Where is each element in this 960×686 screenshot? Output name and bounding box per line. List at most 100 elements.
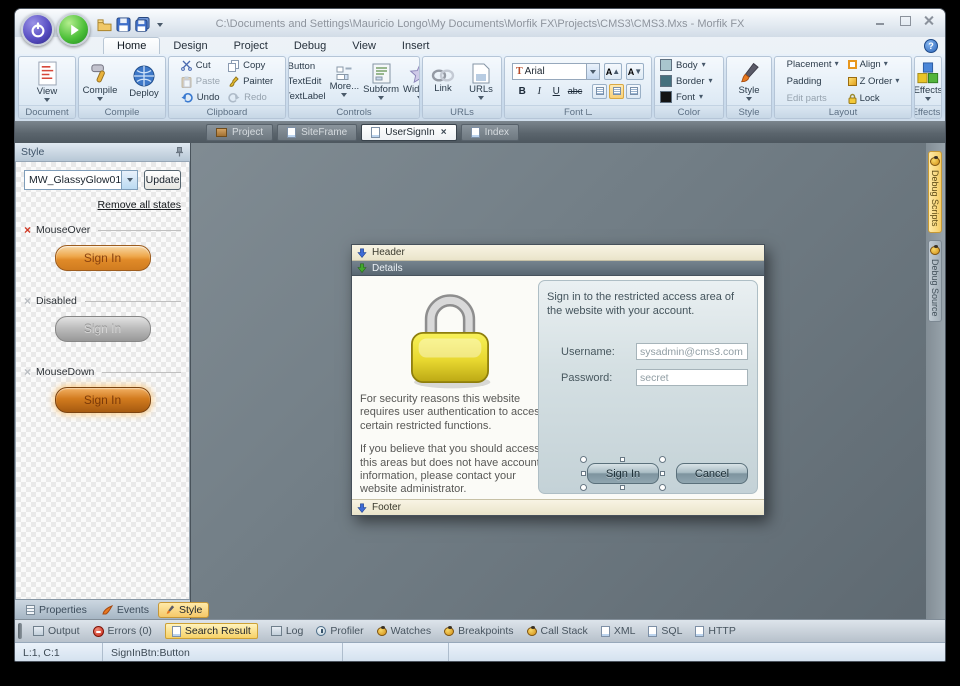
insert-textedit-control[interactable]: TextEdit — [288, 76, 326, 87]
align-button[interactable]: Align ▾ — [848, 59, 900, 70]
open-project-icon[interactable] — [97, 18, 112, 32]
help-button[interactable]: ? — [924, 39, 938, 53]
tab-search-result[interactable]: Search Result — [165, 623, 258, 639]
selection-handle[interactable] — [620, 457, 625, 462]
style-name-dropdown[interactable]: MW_GlassyGlow01 — [24, 170, 138, 190]
pin-panel-icon[interactable] — [175, 147, 184, 157]
tab-http[interactable]: HTTP — [695, 625, 735, 637]
deploy-button[interactable]: Deploy — [123, 62, 165, 101]
tab-debug-scripts[interactable]: Debug Scripts — [928, 151, 942, 233]
tab-log[interactable]: Log — [271, 625, 304, 637]
signin-button-mouseover-preview[interactable]: Sign In — [55, 245, 151, 271]
signin-button-disabled-preview[interactable]: Sign In — [55, 316, 151, 342]
footer-band[interactable]: Footer — [352, 499, 764, 515]
tab-debug-source[interactable]: Debug Source — [928, 240, 942, 323]
password-field[interactable] — [636, 369, 748, 386]
urls-button[interactable]: URLs — [463, 61, 499, 102]
paste-button[interactable]: Paste — [181, 76, 220, 88]
delete-state-icon[interactable]: × — [24, 296, 31, 306]
details-band[interactable]: Details — [352, 261, 764, 276]
tab-properties[interactable]: Properties — [20, 603, 93, 617]
qat-more-icon[interactable] — [157, 23, 163, 27]
tab-xml[interactable]: XML — [601, 625, 636, 637]
delete-state-icon[interactable]: × — [24, 367, 31, 377]
close-icon[interactable] — [923, 16, 935, 26]
selection-handle[interactable] — [620, 485, 625, 490]
insert-textlabel-control[interactable]: Aa TextLabel — [288, 91, 326, 102]
doc-tab-index[interactable]: Index — [461, 124, 519, 141]
selection-handle[interactable] — [580, 456, 587, 463]
cancel-button[interactable]: Cancel — [676, 463, 748, 484]
signin-button[interactable]: Sign In — [587, 463, 659, 484]
strikethrough-button[interactable]: abc — [566, 83, 585, 99]
tab-breakpoints[interactable]: Breakpoints — [444, 625, 513, 637]
placement-button[interactable]: Placement ▾ — [787, 59, 839, 70]
align-left-button[interactable] — [592, 84, 607, 99]
tab-errors[interactable]: Errors (0) — [93, 625, 152, 637]
view-button[interactable]: View — [25, 59, 69, 104]
delete-state-icon[interactable]: × — [24, 225, 31, 235]
selection-handle[interactable] — [660, 471, 665, 476]
underline-button[interactable]: U — [549, 83, 564, 99]
widgets-button[interactable]: Widgets — [403, 61, 420, 102]
save-icon[interactable] — [116, 17, 131, 32]
subform-button[interactable]: Subform — [363, 61, 399, 102]
border-color-button[interactable]: Border ▾ — [655, 73, 723, 89]
selection-handle[interactable] — [659, 456, 666, 463]
style-button[interactable]: Style — [727, 60, 771, 103]
align-center-button[interactable] — [609, 84, 624, 99]
compile-button[interactable]: Compile — [79, 60, 121, 103]
shrink-font-button[interactable]: A ▼ — [626, 63, 644, 80]
selection-handle[interactable] — [581, 471, 586, 476]
morfik-app-button[interactable] — [21, 13, 54, 46]
tab-call-stack[interactable]: Call Stack — [527, 625, 588, 637]
usersignin-form[interactable]: Header Details — [351, 244, 765, 516]
save-all-icon[interactable] — [135, 17, 150, 32]
selection-handle[interactable] — [659, 484, 666, 491]
minimize-icon[interactable] — [875, 16, 887, 26]
design-canvas[interactable]: Header Details — [192, 143, 945, 619]
doc-tab-usersignin[interactable]: UserSignIn × — [361, 124, 456, 141]
maximize-icon[interactable] — [899, 16, 911, 26]
doc-tab-siteframe[interactable]: SiteFrame — [277, 124, 357, 141]
doc-tab-project[interactable]: Project — [206, 124, 273, 141]
tab-events[interactable]: Events — [96, 603, 155, 617]
link-button[interactable]: Link — [425, 66, 461, 96]
tab-sql[interactable]: SQL — [648, 625, 682, 637]
padding-button[interactable]: Padding — [787, 76, 839, 87]
tab-insert[interactable]: Insert — [389, 38, 443, 54]
signin-button-mousedown-preview[interactable]: Sign In — [55, 387, 151, 413]
insert-button-control[interactable]: Button — [288, 61, 326, 72]
selection-handle[interactable] — [580, 484, 587, 491]
tab-debug[interactable]: Debug — [281, 38, 339, 54]
username-field[interactable] — [636, 343, 748, 360]
close-tab-icon[interactable]: × — [441, 127, 447, 138]
edit-parts-button[interactable]: Edit parts — [787, 93, 839, 104]
font-dialog-launcher-icon[interactable] — [586, 109, 592, 115]
format-painter-button[interactable]: Painter — [228, 76, 273, 88]
redo-button[interactable]: Redo — [228, 92, 273, 103]
tab-watches[interactable]: Watches — [377, 625, 431, 637]
align-right-button[interactable] — [626, 84, 641, 99]
run-button[interactable] — [57, 13, 90, 46]
tab-home[interactable]: Home — [103, 37, 160, 54]
lock-button[interactable]: Lock — [848, 93, 900, 104]
header-band[interactable]: Header — [352, 245, 764, 261]
update-button[interactable]: Update — [144, 170, 181, 190]
more-controls-button[interactable]: More... — [330, 64, 360, 99]
z-order-button[interactable]: Z Order ▾ — [848, 76, 900, 87]
tab-project[interactable]: Project — [221, 38, 281, 54]
tab-output[interactable]: Output — [33, 625, 80, 637]
italic-button[interactable]: I — [532, 83, 547, 99]
tab-design[interactable]: Design — [160, 38, 220, 54]
body-color-button[interactable]: Body ▾ — [655, 57, 723, 73]
effects-button[interactable]: Effects — [914, 60, 942, 103]
remove-all-states-link[interactable]: Remove all states — [24, 199, 181, 211]
tab-profiler[interactable]: Profiler — [316, 625, 363, 637]
undo-button[interactable]: Undo — [181, 92, 220, 103]
copy-button[interactable]: Copy — [228, 60, 273, 72]
tab-view[interactable]: View — [339, 38, 389, 54]
bold-button[interactable]: B — [515, 83, 530, 99]
font-family-combo[interactable]: T Arial — [512, 63, 600, 80]
cut-button[interactable]: Cut — [181, 60, 220, 72]
